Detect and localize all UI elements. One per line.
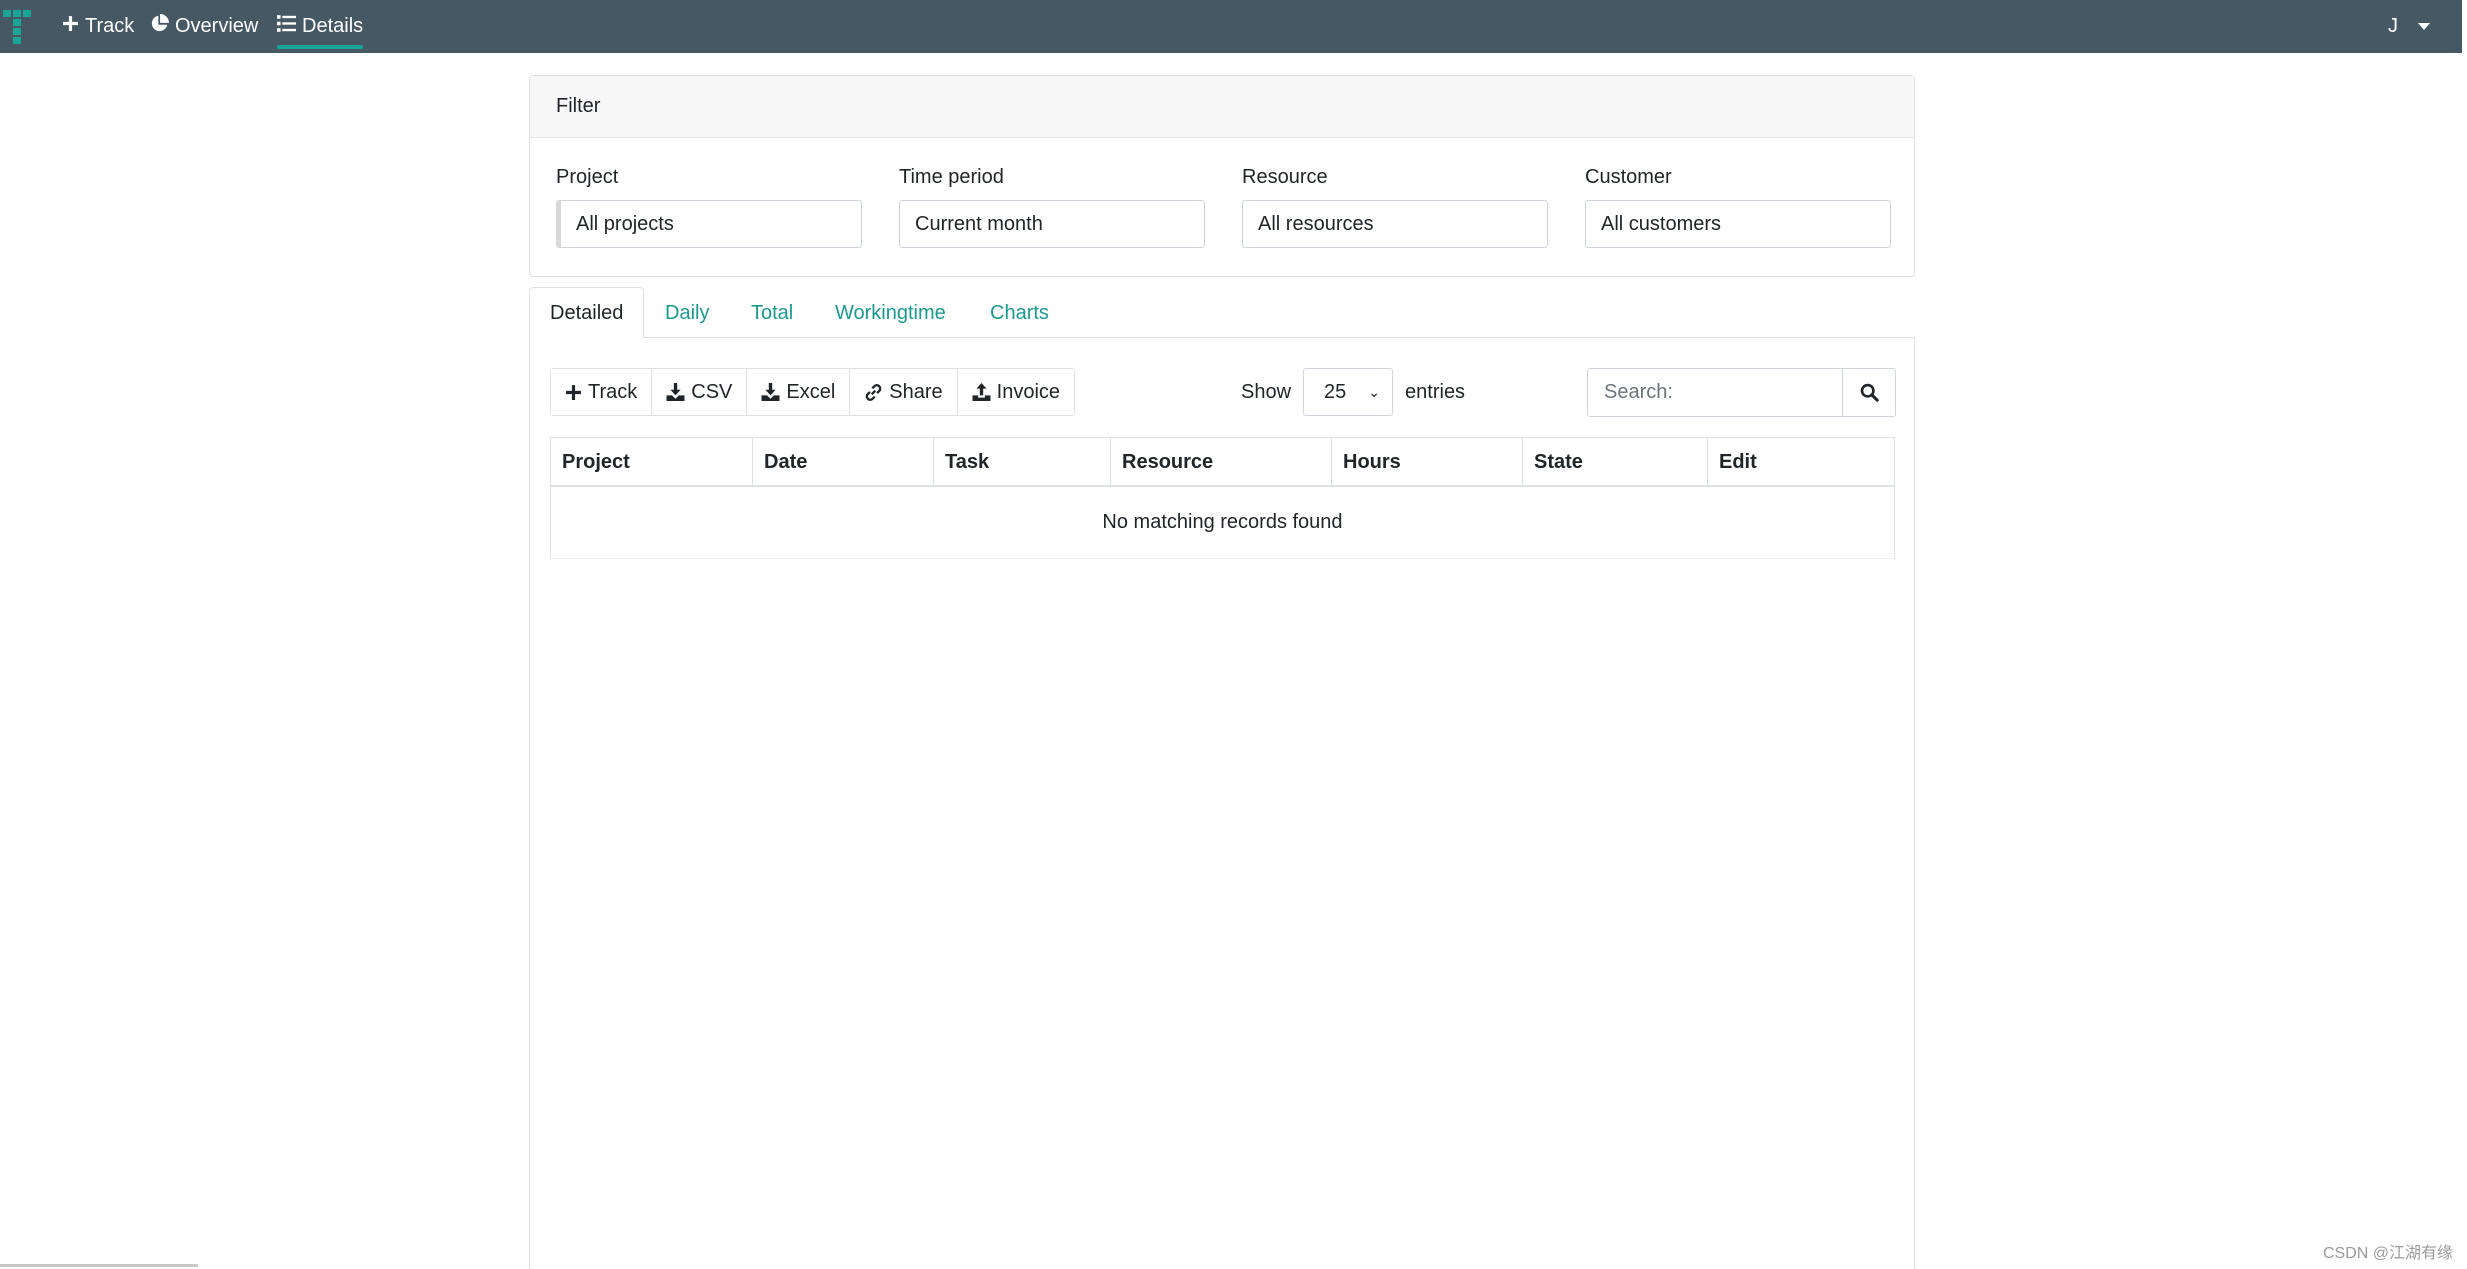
tab-detailed[interactable]: Detailed	[529, 287, 645, 339]
page-length-select[interactable]: 25 ⌄	[1303, 368, 1394, 416]
time-period-filter-label: Time period	[899, 166, 1004, 188]
nav-details-label: Details	[302, 15, 364, 37]
link-icon	[865, 383, 882, 401]
tab-total[interactable]: Total	[751, 287, 793, 339]
details-table: Project Date Task Resource Hours State E…	[550, 437, 1895, 559]
track-button-label: Track	[588, 380, 638, 403]
share-button[interactable]: Share	[850, 369, 958, 415]
page-length-value: 25	[1324, 380, 1347, 403]
nav-overview[interactable]: Overview	[150, 0, 258, 53]
customer-select[interactable]: All customers	[1585, 200, 1891, 248]
resource-filter: Resource All resources	[1242, 166, 1548, 248]
project-select[interactable]: All projects	[556, 200, 862, 248]
nav-track[interactable]: Track	[62, 0, 134, 53]
search-icon	[1860, 383, 1879, 402]
page-length-control: Show 25 ⌄ entries	[1241, 368, 1465, 416]
column-header-date[interactable]: Date	[753, 438, 934, 486]
chevron-down-icon: ⌄	[1368, 383, 1381, 400]
tab-charts[interactable]: Charts	[990, 287, 1049, 339]
csv-button-label: CSV	[691, 380, 733, 403]
user-menu[interactable]: J	[2388, 0, 2430, 53]
watermark: CSDN @江湖有缘	[2322, 1245, 2453, 1262]
search-input[interactable]: Search:	[1587, 368, 1843, 417]
time-period-select[interactable]: Current month	[899, 200, 1205, 248]
search-button[interactable]	[1843, 368, 1896, 417]
export-toolbar: Track CSV Excel Share Invoice	[550, 368, 1076, 416]
excel-button[interactable]: Excel	[747, 369, 851, 415]
share-button-label: Share	[889, 380, 943, 403]
filter-title: Filter	[530, 76, 1914, 138]
tab-daily[interactable]: Daily	[665, 287, 709, 339]
nav-details[interactable]: Details	[277, 0, 364, 53]
project-filter-label: Project	[556, 166, 619, 188]
customer-filter-label: Customer	[1585, 166, 1672, 188]
user-initial: J	[2388, 15, 2398, 37]
time-period-filter: Time period Current month	[899, 166, 1205, 248]
plus-icon	[62, 15, 79, 38]
show-label: Show	[1241, 380, 1292, 403]
resource-select[interactable]: All resources	[1242, 200, 1548, 248]
list-icon	[277, 15, 296, 38]
track-button[interactable]: Track	[551, 369, 653, 415]
plus-icon	[566, 384, 581, 400]
nav-track-label: Track	[85, 15, 135, 37]
excel-button-label: Excel	[786, 380, 836, 403]
download-icon	[666, 383, 685, 401]
pie-chart-icon	[150, 14, 169, 39]
report-tabs: Detailed Daily Total Workingtime Charts	[529, 287, 1915, 339]
invoice-button[interactable]: Invoice	[957, 369, 1075, 415]
upload-icon	[972, 383, 991, 401]
table-search: Search:	[1587, 368, 1896, 417]
empty-message: No matching records found	[1102, 511, 1343, 533]
resource-filter-label: Resource	[1242, 166, 1328, 188]
empty-table-row: No matching records found	[550, 487, 1895, 559]
column-header-resource[interactable]: Resource	[1111, 438, 1332, 486]
project-filter: Project All projects	[556, 166, 862, 248]
download-icon	[761, 383, 780, 401]
invoice-button-label: Invoice	[996, 380, 1061, 403]
entries-label: entries	[1405, 380, 1466, 403]
tab-workingtime[interactable]: Workingtime	[835, 287, 946, 339]
top-navbar: Track Overview Details J	[0, 0, 2462, 53]
customer-filter: Customer All customers	[1585, 166, 1891, 248]
table-header: Project Date Task Resource Hours State E…	[550, 437, 1895, 487]
column-header-edit[interactable]: Edit	[1708, 438, 1882, 486]
column-header-hours[interactable]: Hours	[1332, 438, 1523, 486]
filter-card: Filter Project All projects Time period …	[529, 75, 1915, 277]
column-header-project[interactable]: Project	[551, 438, 753, 486]
csv-button[interactable]: CSV	[652, 369, 748, 415]
column-header-state[interactable]: State	[1523, 438, 1708, 486]
app-logo[interactable]	[3, 10, 33, 44]
nav-overview-label: Overview	[175, 15, 259, 37]
caret-down-icon	[2418, 23, 2430, 30]
column-header-task[interactable]: Task	[934, 438, 1111, 486]
horizontal-scrollbar[interactable]	[0, 1264, 198, 1267]
